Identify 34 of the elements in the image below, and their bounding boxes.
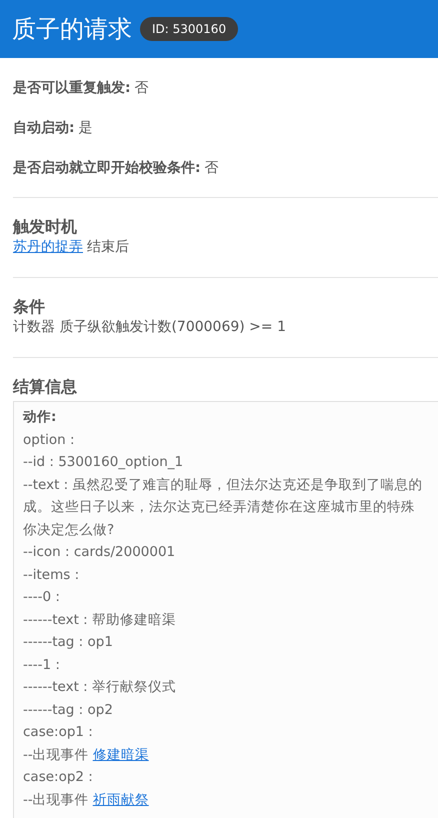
code-line: --出现事件 xyxy=(23,790,89,810)
code-line: case:op1 : xyxy=(23,723,93,742)
setting-label: 是否启动就立即开始校验条件: xyxy=(13,159,201,177)
setting-label: 是否可以重复触发: xyxy=(13,79,131,97)
code-line: --items : xyxy=(23,566,80,584)
trigger-text: 结束后 xyxy=(87,238,129,257)
code-line: --text : 虽然忍受了难言的耻辱，但法尔达克还是争取到了喘息的 xyxy=(23,476,423,494)
code-line: 成。这些日子以来，法尔达克已经弄清楚你在这座城市里的特殊 xyxy=(23,498,415,517)
code-line: ----1 : xyxy=(23,656,60,674)
section-heading: 触发时机 xyxy=(13,217,78,237)
code-line: ----0 : xyxy=(23,588,60,607)
setting-value: 是 xyxy=(78,119,93,137)
code-line: ------tag : op1 xyxy=(23,633,113,652)
code-line: ------text : 举行献祭仪式 xyxy=(23,678,176,697)
code-line: case:op2 : xyxy=(23,768,93,787)
section-heading: 条件 xyxy=(13,297,46,317)
event-link[interactable]: 苏丹的捉弄 xyxy=(13,237,83,257)
event-link[interactable]: 祈雨献祭 xyxy=(92,788,149,811)
code-line: option : xyxy=(23,430,75,450)
setting-value: 否 xyxy=(204,159,219,177)
code-line: --id : 5300160_option_1 xyxy=(23,453,184,472)
code-line: ------tag : op2 xyxy=(23,700,113,720)
setting-value: 否 xyxy=(134,79,149,97)
setting-label: 自动启动: xyxy=(13,119,75,137)
section-heading: 结算信息 xyxy=(13,377,78,397)
event-link[interactable]: 修建暗渠 xyxy=(92,744,149,766)
id-badge: ID: 5300160 xyxy=(140,17,238,41)
code-line: 你决定怎么做? xyxy=(23,520,114,540)
code-line: --出现事件 xyxy=(23,746,89,764)
code-line: --icon : cards/2000001 xyxy=(23,543,176,562)
code-line: ------text : 帮助修建暗渠 xyxy=(23,610,176,630)
action-label: 动作: xyxy=(23,408,56,427)
page-title: 质子的请求 xyxy=(12,17,132,41)
condition-text: 计数器 质子纵欲触发计数(7000069) >= 1 xyxy=(13,318,287,337)
